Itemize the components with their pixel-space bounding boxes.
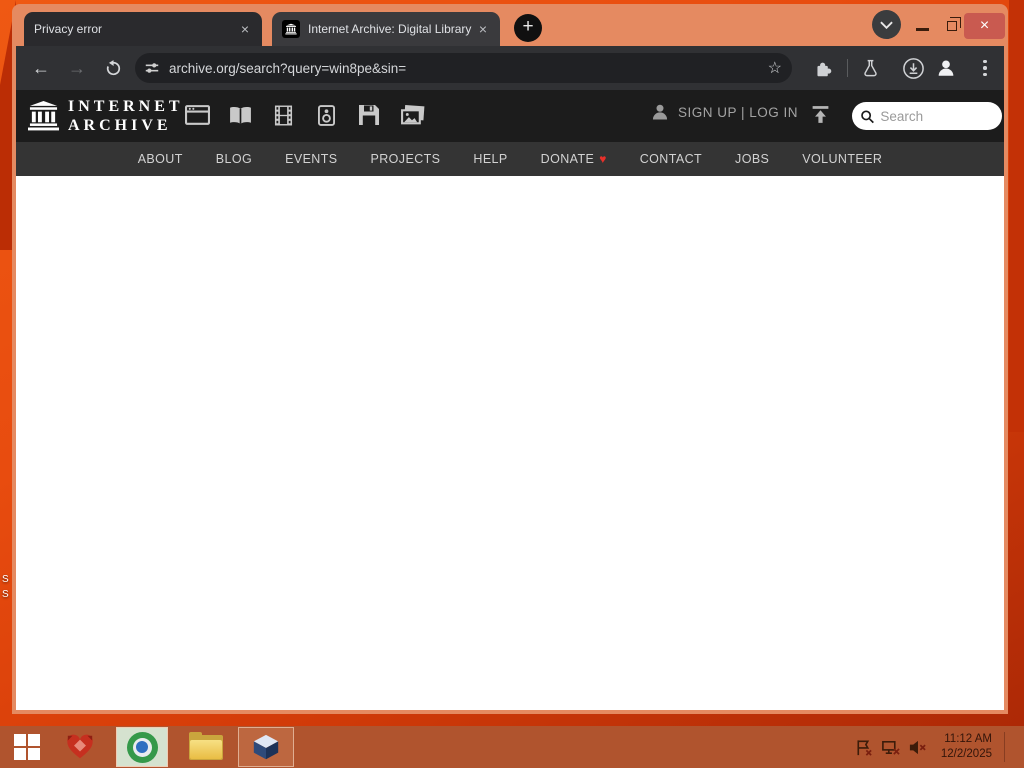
- chevron-down-icon: [880, 21, 893, 29]
- reload-button[interactable]: [99, 54, 127, 82]
- nav-item-donate[interactable]: DONATE ♥: [541, 152, 607, 166]
- close-tab-icon[interactable]: ×: [474, 20, 492, 38]
- internet-archive-nav: ABOUT BLOG EVENTS PROJECTS HELP DONATE ♥…: [16, 142, 1004, 176]
- web-page: INTERNET ARCHIVE SIGN UP | LOG IN Search…: [16, 90, 1004, 710]
- taskbar-app-virtualbox[interactable]: [238, 727, 294, 767]
- nav-item-projects[interactable]: PROJECTS: [371, 152, 441, 166]
- nav-item-help[interactable]: HELP: [473, 152, 507, 166]
- taskbar-app-localsend[interactable]: [58, 727, 102, 767]
- internet-archive-logo-icon[interactable]: [27, 100, 60, 136]
- labs-button[interactable]: [856, 54, 884, 82]
- tab-title: Internet Archive: Digital Library: [308, 22, 472, 36]
- red-app-icon: [67, 734, 93, 759]
- system-tray: 11:12 AM 12/2/2025: [854, 726, 1024, 768]
- media-type-bar: [184, 102, 425, 128]
- images-media-icon[interactable]: [399, 102, 425, 128]
- taskbar-app-file-explorer[interactable]: [182, 727, 230, 767]
- wordmark-line2: ARCHIVE: [68, 117, 172, 134]
- new-tab-button[interactable]: +: [514, 14, 542, 42]
- heart-icon: ♥: [599, 152, 607, 166]
- clock-date: 12/2/2025: [940, 748, 992, 760]
- browser-toolbar: ← → archive.org/search?query=win8pe&sin=…: [16, 46, 1004, 90]
- taskbar: 11:12 AM 12/2/2025: [0, 726, 1024, 768]
- url-text[interactable]: archive.org/search?query=win8pe&sin=: [169, 61, 768, 76]
- internet-archive-wordmark[interactable]: INTERNET ARCHIVE: [68, 97, 184, 135]
- browser-window: Privacy error × Internet Archive: Digita…: [12, 4, 1008, 714]
- desktop-icon-label-fragment: S: [2, 574, 9, 585]
- page-content-blank: [16, 176, 1004, 710]
- folder-icon: [189, 731, 223, 760]
- bookmark-star-icon[interactable]: ☆: [768, 58, 782, 78]
- windows-logo-icon: [14, 734, 40, 760]
- back-button[interactable]: ←: [27, 54, 55, 82]
- texts-media-icon[interactable]: [227, 102, 253, 128]
- clock-time: 11:12 AM: [944, 733, 992, 746]
- chrome-icon: [126, 731, 158, 763]
- flask-icon: [863, 59, 877, 77]
- video-media-icon[interactable]: [270, 102, 296, 128]
- site-search-box[interactable]: [852, 102, 1002, 130]
- menu-button[interactable]: [971, 54, 999, 82]
- nav-item-blog[interactable]: BLOG: [216, 152, 252, 166]
- profile-button[interactable]: [932, 54, 960, 82]
- search-icon: [861, 109, 874, 123]
- minimize-button[interactable]: [916, 28, 929, 31]
- audio-media-icon[interactable]: [313, 102, 339, 128]
- tab-internet-archive[interactable]: Internet Archive: Digital Library ×: [272, 12, 500, 46]
- nav-item-events[interactable]: EVENTS: [285, 152, 337, 166]
- nav-item-donate-label: DONATE: [540, 152, 595, 166]
- tab-search-button[interactable]: [872, 10, 901, 39]
- internet-archive-header: INTERNET ARCHIVE SIGN UP | LOG IN Search: [16, 90, 1004, 142]
- nav-item-jobs[interactable]: JOBS: [735, 152, 769, 166]
- tray-divider: [1004, 732, 1005, 762]
- tab-title: Privacy error: [34, 22, 103, 36]
- software-media-icon[interactable]: [356, 102, 382, 128]
- downloads-button[interactable]: [899, 54, 927, 82]
- puzzle-icon: [816, 62, 831, 76]
- desktop-icon-label-fragment: S: [2, 589, 9, 600]
- address-bar[interactable]: archive.org/search?query=win8pe&sin= ☆: [135, 53, 792, 83]
- nav-item-contact[interactable]: CONTACT: [640, 152, 702, 166]
- show-desktop-button[interactable]: [1013, 726, 1018, 768]
- wallpaper-shape: [1009, 0, 1024, 432]
- virtualbox-cube-icon: [253, 734, 279, 760]
- nav-item-volunteer[interactable]: VOLUNTEER: [802, 152, 882, 166]
- site-settings-icon[interactable]: [144, 60, 160, 76]
- person-icon: [652, 104, 668, 120]
- browser-titlebar[interactable]: Privacy error × Internet Archive: Digita…: [16, 4, 1005, 46]
- network-disconnected-icon[interactable]: [881, 738, 900, 757]
- taskbar-app-chrome-active[interactable]: [116, 727, 168, 767]
- archive-favicon-icon: [282, 20, 300, 38]
- wordmark-line1: INTERNET: [68, 98, 184, 115]
- extensions-button[interactable]: [809, 54, 837, 82]
- start-button[interactable]: [4, 727, 50, 767]
- taskbar-clock[interactable]: 11:12 AM 12/2/2025: [941, 732, 992, 762]
- three-dot-menu-icon: [983, 59, 987, 77]
- tab-privacy-error[interactable]: Privacy error ×: [24, 12, 262, 46]
- upload-icon: [812, 106, 829, 123]
- volume-muted-icon[interactable]: [908, 738, 927, 757]
- download-icon: [902, 57, 924, 79]
- window-close-button[interactable]: ×: [964, 13, 1005, 39]
- search-input[interactable]: [880, 108, 994, 124]
- toolbar-separator: [847, 59, 848, 77]
- flag-alert-icon[interactable]: [854, 738, 873, 757]
- signup-login-label[interactable]: SIGN UP | LOG IN: [678, 105, 798, 120]
- upload-button[interactable]: [810, 104, 831, 130]
- forward-button: →: [68, 57, 86, 78]
- auth-links[interactable]: SIGN UP | LOG IN: [650, 102, 798, 122]
- avatar-icon: [938, 60, 954, 76]
- nav-item-about[interactable]: ABOUT: [138, 152, 183, 166]
- maximize-restore-button[interactable]: [947, 17, 961, 31]
- reload-icon: [106, 59, 120, 75]
- web-media-icon[interactable]: [184, 102, 210, 128]
- close-tab-icon[interactable]: ×: [236, 20, 254, 38]
